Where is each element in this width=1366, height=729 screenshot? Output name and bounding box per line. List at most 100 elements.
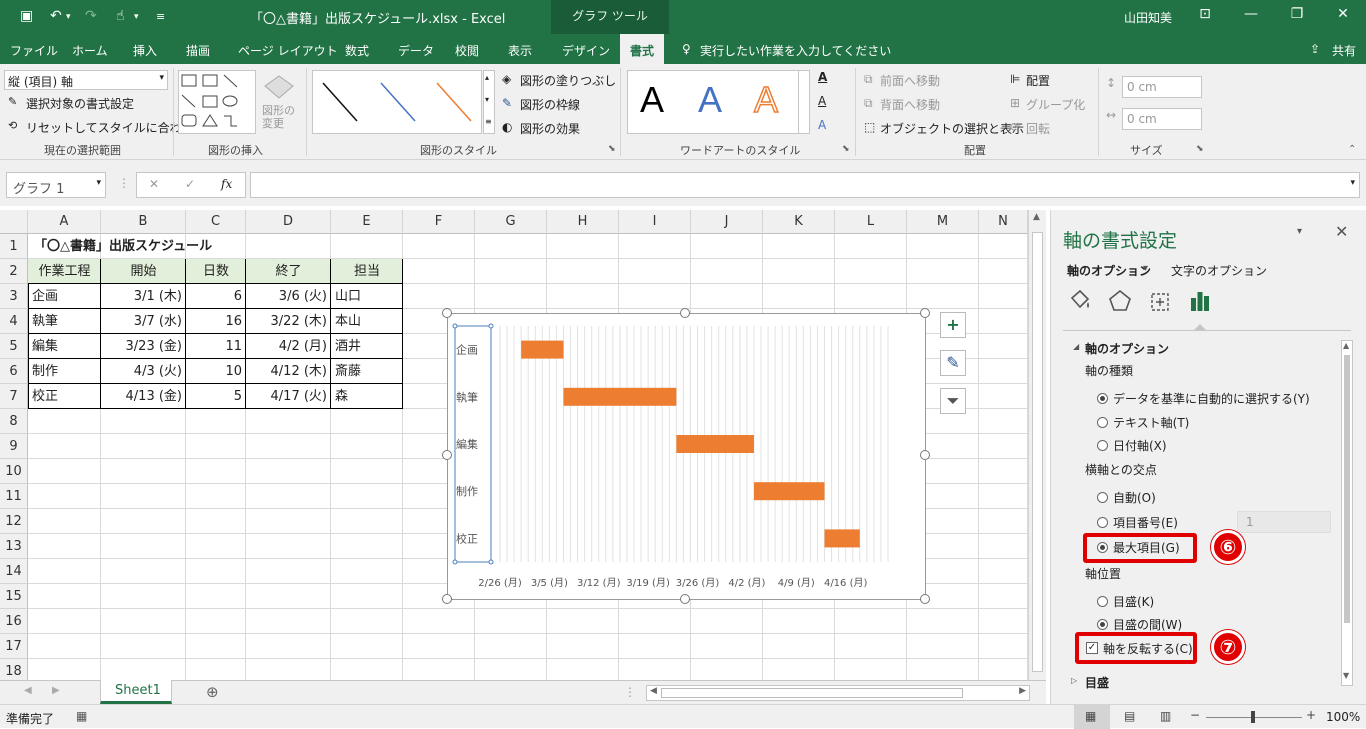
resize-handle[interactable] [680,308,690,318]
tab-design[interactable]: デザイン [562,42,610,59]
column-header[interactable]: A [28,210,101,234]
minimize-icon[interactable]: — [1236,6,1266,22]
add-sheet-icon[interactable]: ⊕ [206,683,219,701]
scroll-thumb[interactable] [1032,232,1043,672]
touch-mode-icon[interactable]: ☝ [116,8,125,24]
table-cell[interactable]: 執筆 [28,309,101,334]
row-header[interactable]: 9 [0,434,28,459]
insert-function-icon[interactable]: fx [221,177,232,191]
table-cell[interactable]: 3/1 (木) [101,284,186,309]
table-cell[interactable]: 4/12 (木) [246,359,331,384]
enter-icon[interactable]: ✓ [185,177,195,191]
column-header[interactable]: M [907,210,979,234]
option-cross-max[interactable]: 最大項目(G) [1113,539,1180,556]
page-layout-view-icon[interactable]: ▤ [1124,709,1135,723]
axis-options-chart-icon[interactable] [1187,288,1213,314]
tab-home[interactable]: ホーム [72,42,108,59]
table-header-cell[interactable]: 担当 [331,259,403,284]
column-header[interactable]: L [835,210,907,234]
page-break-view-icon[interactable]: ▥ [1160,709,1171,723]
share-button[interactable]: 共有 [1332,42,1356,59]
resize-handle[interactable] [680,594,690,604]
table-cell[interactable]: 3/22 (木) [246,309,331,334]
table-cell[interactable]: 斎藤 [331,359,403,384]
dialog-launcher-icon[interactable]: ⬊ [1196,144,1204,154]
chart-element-dropdown[interactable]: 縦 (項目) 軸 ▾ [4,70,168,90]
pane-options-dropdown-icon[interactable]: ▾ [1297,226,1302,237]
column-header[interactable]: I [619,210,691,234]
option-reverse-order[interactable]: 軸を反転する(C) [1103,640,1193,657]
text-fill-icon[interactable]: A [818,70,827,84]
normal-view-button[interactable]: ▦ [1074,705,1110,729]
user-name[interactable]: 山田知美 [1124,9,1172,26]
option-text-axis[interactable]: テキスト軸(T) [1113,414,1189,431]
chart-elements-plus-icon[interactable]: + [940,312,966,338]
row-header[interactable]: 17 [0,634,28,659]
tab-review[interactable]: 校閲 [455,42,479,59]
name-box[interactable]: グラフ 1 ▾ [6,172,106,198]
option-between-ticks[interactable]: 目盛の間(W) [1113,616,1182,633]
column-header[interactable]: F [403,210,475,234]
shape-styles-gallery[interactable] [312,70,482,134]
collapse-ribbon-icon[interactable]: ⌃ [1348,144,1356,155]
macro-record-icon[interactable]: ▦ [76,709,87,723]
customize-qat-icon[interactable]: ≡ [156,10,165,23]
expand-formula-icon[interactable]: ▾ [1350,178,1355,188]
table-cell[interactable]: 11 [186,334,246,359]
row-header[interactable]: 1 [0,234,28,259]
sheet-title[interactable]: 「〇△書籍」出版スケジュール [30,234,216,259]
tab-insert[interactable]: 挿入 [133,42,157,59]
cancel-icon[interactable]: ✕ [149,177,159,191]
scroll-thumb[interactable] [1344,355,1350,623]
restore-icon[interactable]: ❐ [1282,6,1312,22]
option-date-axis[interactable]: 日付軸(X) [1113,437,1167,454]
tab-formulas[interactable]: 数式 [345,42,369,59]
tab-data[interactable]: データ [398,42,434,59]
tab-draw[interactable]: 描画 [186,42,210,59]
option-cross-auto[interactable]: 自動(O) [1113,489,1156,506]
text-effects-icon[interactable]: A [818,118,826,132]
radio-cross-max[interactable] [1097,542,1108,553]
column-header[interactable]: C [186,210,246,234]
table-cell[interactable]: 編集 [28,334,101,359]
radio-date-axis[interactable] [1097,440,1108,451]
formula-input[interactable]: ▾ [250,172,1360,198]
dialog-launcher-icon[interactable]: ⬊ [608,144,616,154]
zoom-slider-thumb[interactable] [1251,711,1255,723]
option-auto-type[interactable]: データを基準に自動的に選択する(Y) [1113,390,1310,407]
ribbon-display-icon[interactable]: ⊡ [1190,6,1220,22]
table-cell[interactable]: 3/7 (水) [101,309,186,334]
table-cell[interactable]: 山口 [331,284,403,309]
close-pane-icon[interactable]: ✕ [1335,222,1348,241]
format-selection-button[interactable]: 選択対象の書式設定 [26,95,134,112]
selection-pane-button[interactable]: オブジェクトの選択と表示 [880,120,1024,137]
row-header[interactable]: 8 [0,409,28,434]
table-cell[interactable]: 校正 [28,384,101,409]
tab-file[interactable]: ファイル [10,42,58,59]
shape-effects-button[interactable]: 図形の効果 [520,120,580,137]
radio-auto-type[interactable] [1097,393,1108,404]
height-field[interactable]: 0 cm [1122,76,1202,98]
tell-me-box[interactable]: 実行したい作業を入力してください [700,42,891,59]
row-header[interactable]: 14 [0,559,28,584]
table-cell[interactable]: 4/3 (火) [101,359,186,384]
text-outline-icon[interactable]: A [818,94,826,108]
scroll-right-icon[interactable]: ▶ [1019,686,1026,696]
tab-text-options[interactable]: 文字のオプション [1171,262,1267,279]
resize-handle[interactable] [920,308,930,318]
radio-cross-index[interactable] [1097,517,1108,528]
expand-icon[interactable]: ▷ [1071,676,1077,685]
table-cell[interactable]: 4/2 (月) [246,334,331,359]
row-header[interactable]: 4 [0,309,28,334]
table-cell[interactable]: 16 [186,309,246,334]
table-header-cell[interactable]: 開始 [101,259,186,284]
option-on-tick[interactable]: 目盛(K) [1113,593,1154,610]
chart-styles-brush-icon[interactable]: ✎ [940,350,966,376]
chevron-down-icon[interactable]: ▾ [96,178,101,188]
table-cell[interactable]: 制作 [28,359,101,384]
radio-on-tick[interactable] [1097,596,1108,607]
scroll-down-icon[interactable]: ▾ [485,95,489,104]
tab-format[interactable]: 書式 [620,34,665,64]
scroll-up-icon[interactable]: ▲ [1033,212,1040,222]
close-icon[interactable]: ✕ [1328,6,1358,22]
